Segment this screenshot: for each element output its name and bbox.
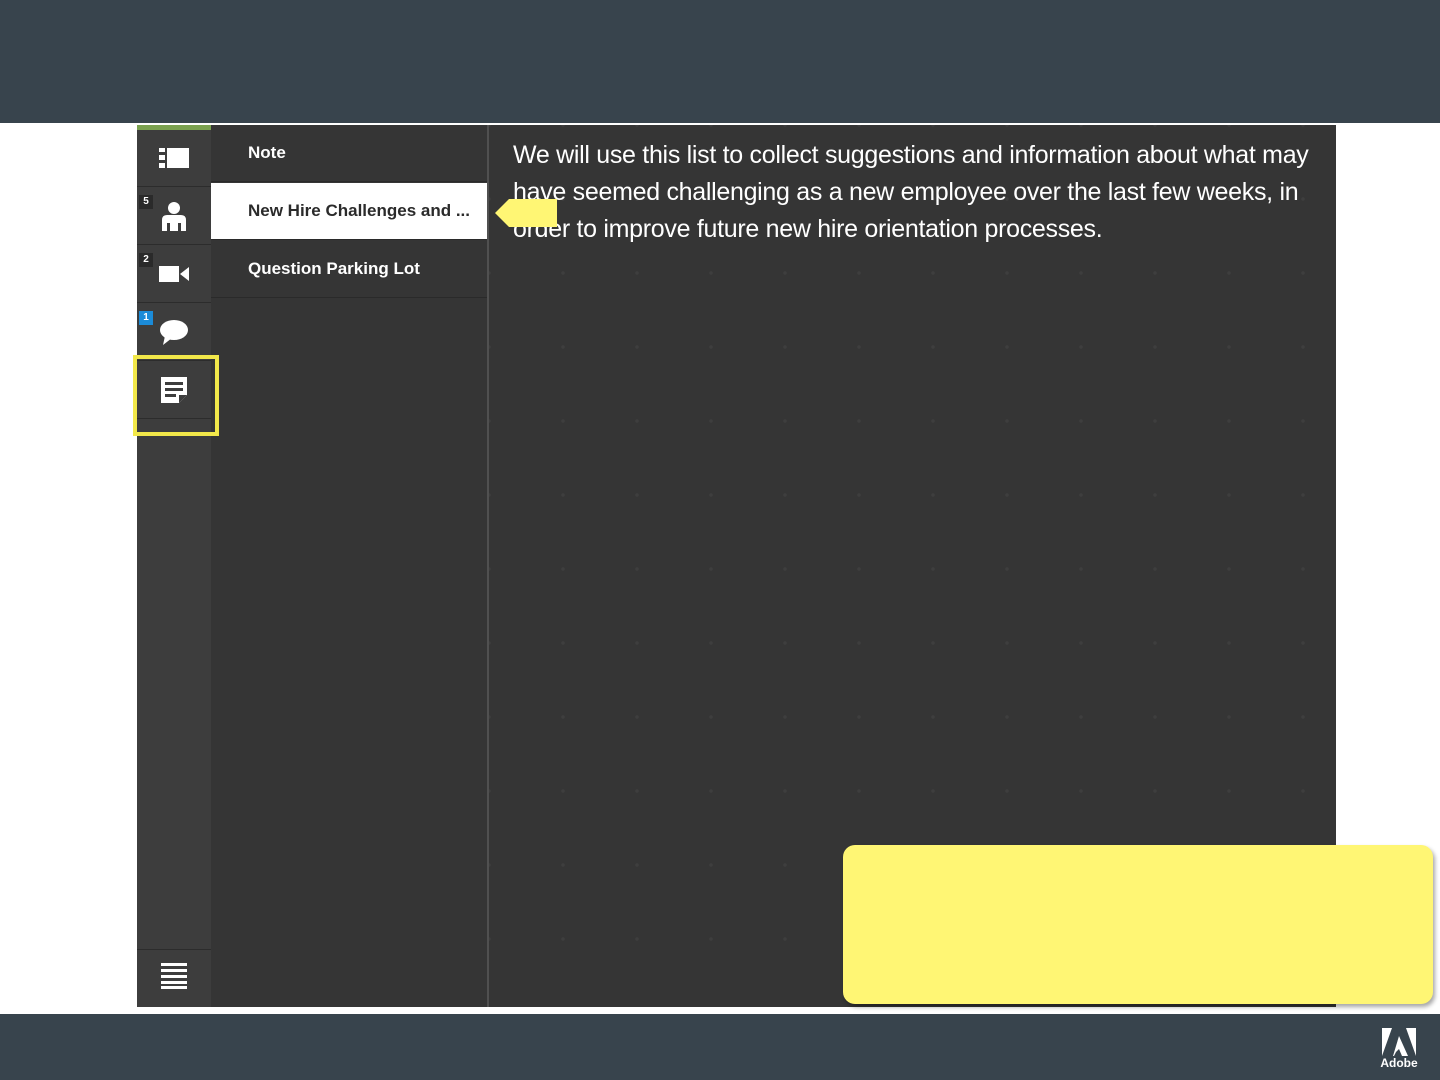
rail-button-attendees[interactable]: 5 <box>137 188 211 245</box>
menu-icon <box>161 963 187 994</box>
notes-list: Note New Hire Challenges and ... Questio… <box>211 125 489 1007</box>
video-camera-icon <box>159 264 189 284</box>
rail-button-video[interactable]: 2 <box>137 246 211 303</box>
yellow-arrow-pointer <box>495 199 557 227</box>
list-item-label: New Hire Challenges and ... <box>248 201 471 220</box>
rail-button-layout[interactable] <box>137 130 211 187</box>
icon-rail: 5 2 1 <box>137 125 211 1007</box>
list-item-new-hire-challenges[interactable]: New Hire Challenges and ... <box>211 183 487 240</box>
top-banner <box>0 0 1440 123</box>
notes-button-highlight <box>133 355 219 436</box>
rail-button-chat[interactable]: 1 <box>137 304 211 361</box>
attendee-count-badge: 5 <box>139 195 153 209</box>
rail-menu-button[interactable] <box>137 949 211 1007</box>
note-body-text: We will use this list to collect suggest… <box>513 141 1309 243</box>
bottom-banner <box>0 1014 1440 1080</box>
chat-bubble-icon <box>159 319 189 345</box>
adobe-wordmark: Adobe <box>1380 1056 1418 1070</box>
yellow-callout-box <box>843 845 1433 1004</box>
layout-icon <box>159 147 189 169</box>
video-count-badge: 2 <box>139 253 153 267</box>
chat-unread-badge: 1 <box>139 311 153 325</box>
list-item-label: Note <box>248 143 286 162</box>
list-item-question-parking-lot[interactable]: Question Parking Lot <box>211 241 487 298</box>
person-icon <box>160 200 188 232</box>
list-item-label: Question Parking Lot <box>248 259 420 278</box>
list-item-note[interactable]: Note <box>211 125 487 182</box>
